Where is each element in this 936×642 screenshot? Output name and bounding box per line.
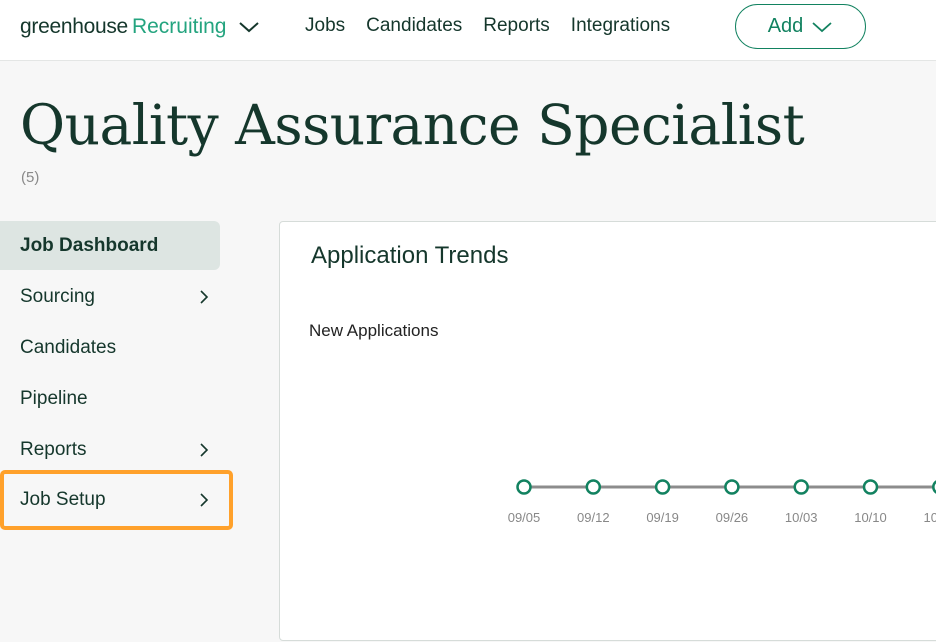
sidebar-item-reports[interactable]: Reports [0,425,220,474]
sidebar-item-sourcing[interactable]: Sourcing [0,272,220,321]
application-trends-card: Application Trends New Applications 09/0… [279,221,936,641]
nav-jobs[interactable]: Jobs [305,14,345,38]
app-logo-menu[interactable]: greenhouse Recruiting [20,12,260,42]
data-point[interactable] [585,479,602,495]
x-tick-label: 10/17 [924,510,936,525]
sidebar-item-job-setup[interactable]: Job Setup [0,470,233,530]
chevron-down-icon [812,21,832,32]
sidebar-item-label: Sourcing [20,285,95,307]
x-tick-label: 09/05 [508,510,541,525]
main-nav: Jobs Candidates Reports Integrations [305,14,670,38]
sidebar-item-job-dashboard[interactable]: Job Dashboard [0,221,220,270]
chevron-right-icon [200,290,209,304]
logo-product: Recruiting [131,15,227,38]
add-button[interactable]: Add [735,4,866,49]
add-button-label: Add [767,15,804,37]
chevron-right-icon [200,493,209,507]
data-point[interactable] [654,479,671,495]
job-sidebar: Job Dashboard Sourcing Candidates Pipeli… [0,221,233,530]
x-tick-label: 10/03 [785,510,818,525]
sidebar-item-label: Job Dashboard [20,234,159,256]
nav-candidates[interactable]: Candidates [366,14,462,38]
candidate-count: (5) [21,169,40,186]
data-point[interactable] [862,479,879,495]
x-tick-label: 09/19 [646,510,679,525]
sidebar-item-label: Reports [20,438,87,460]
top-navigation-bar: greenhouse Recruiting Jobs Candidates Re… [0,0,936,61]
data-point[interactable] [793,479,809,495]
data-point[interactable] [516,479,532,495]
nav-integrations[interactable]: Integrations [571,14,670,38]
nav-reports[interactable]: Reports [483,14,550,38]
sidebar-item-pipeline[interactable]: Pipeline [0,374,220,423]
x-tick-label: 09/12 [577,510,610,525]
logo-brand: greenhouse [20,15,128,38]
sidebar-item-label: Pipeline [20,387,88,409]
data-point[interactable] [724,479,740,495]
sidebar-item-label: Job Setup [20,489,106,510]
chevron-right-icon [200,443,209,457]
sidebar-item-candidates[interactable]: Candidates [0,323,220,372]
sidebar-item-label: Candidates [20,336,117,358]
x-tick-label: 09/26 [716,510,749,525]
new-applications-chart: 09/05 09/12 09/19 09/26 10/03 10/10 10/17 [508,479,936,525]
page-title: Quality Assurance Specialist [20,93,805,157]
x-tick-label: 10/10 [854,510,887,525]
chevron-down-icon[interactable] [238,20,260,34]
